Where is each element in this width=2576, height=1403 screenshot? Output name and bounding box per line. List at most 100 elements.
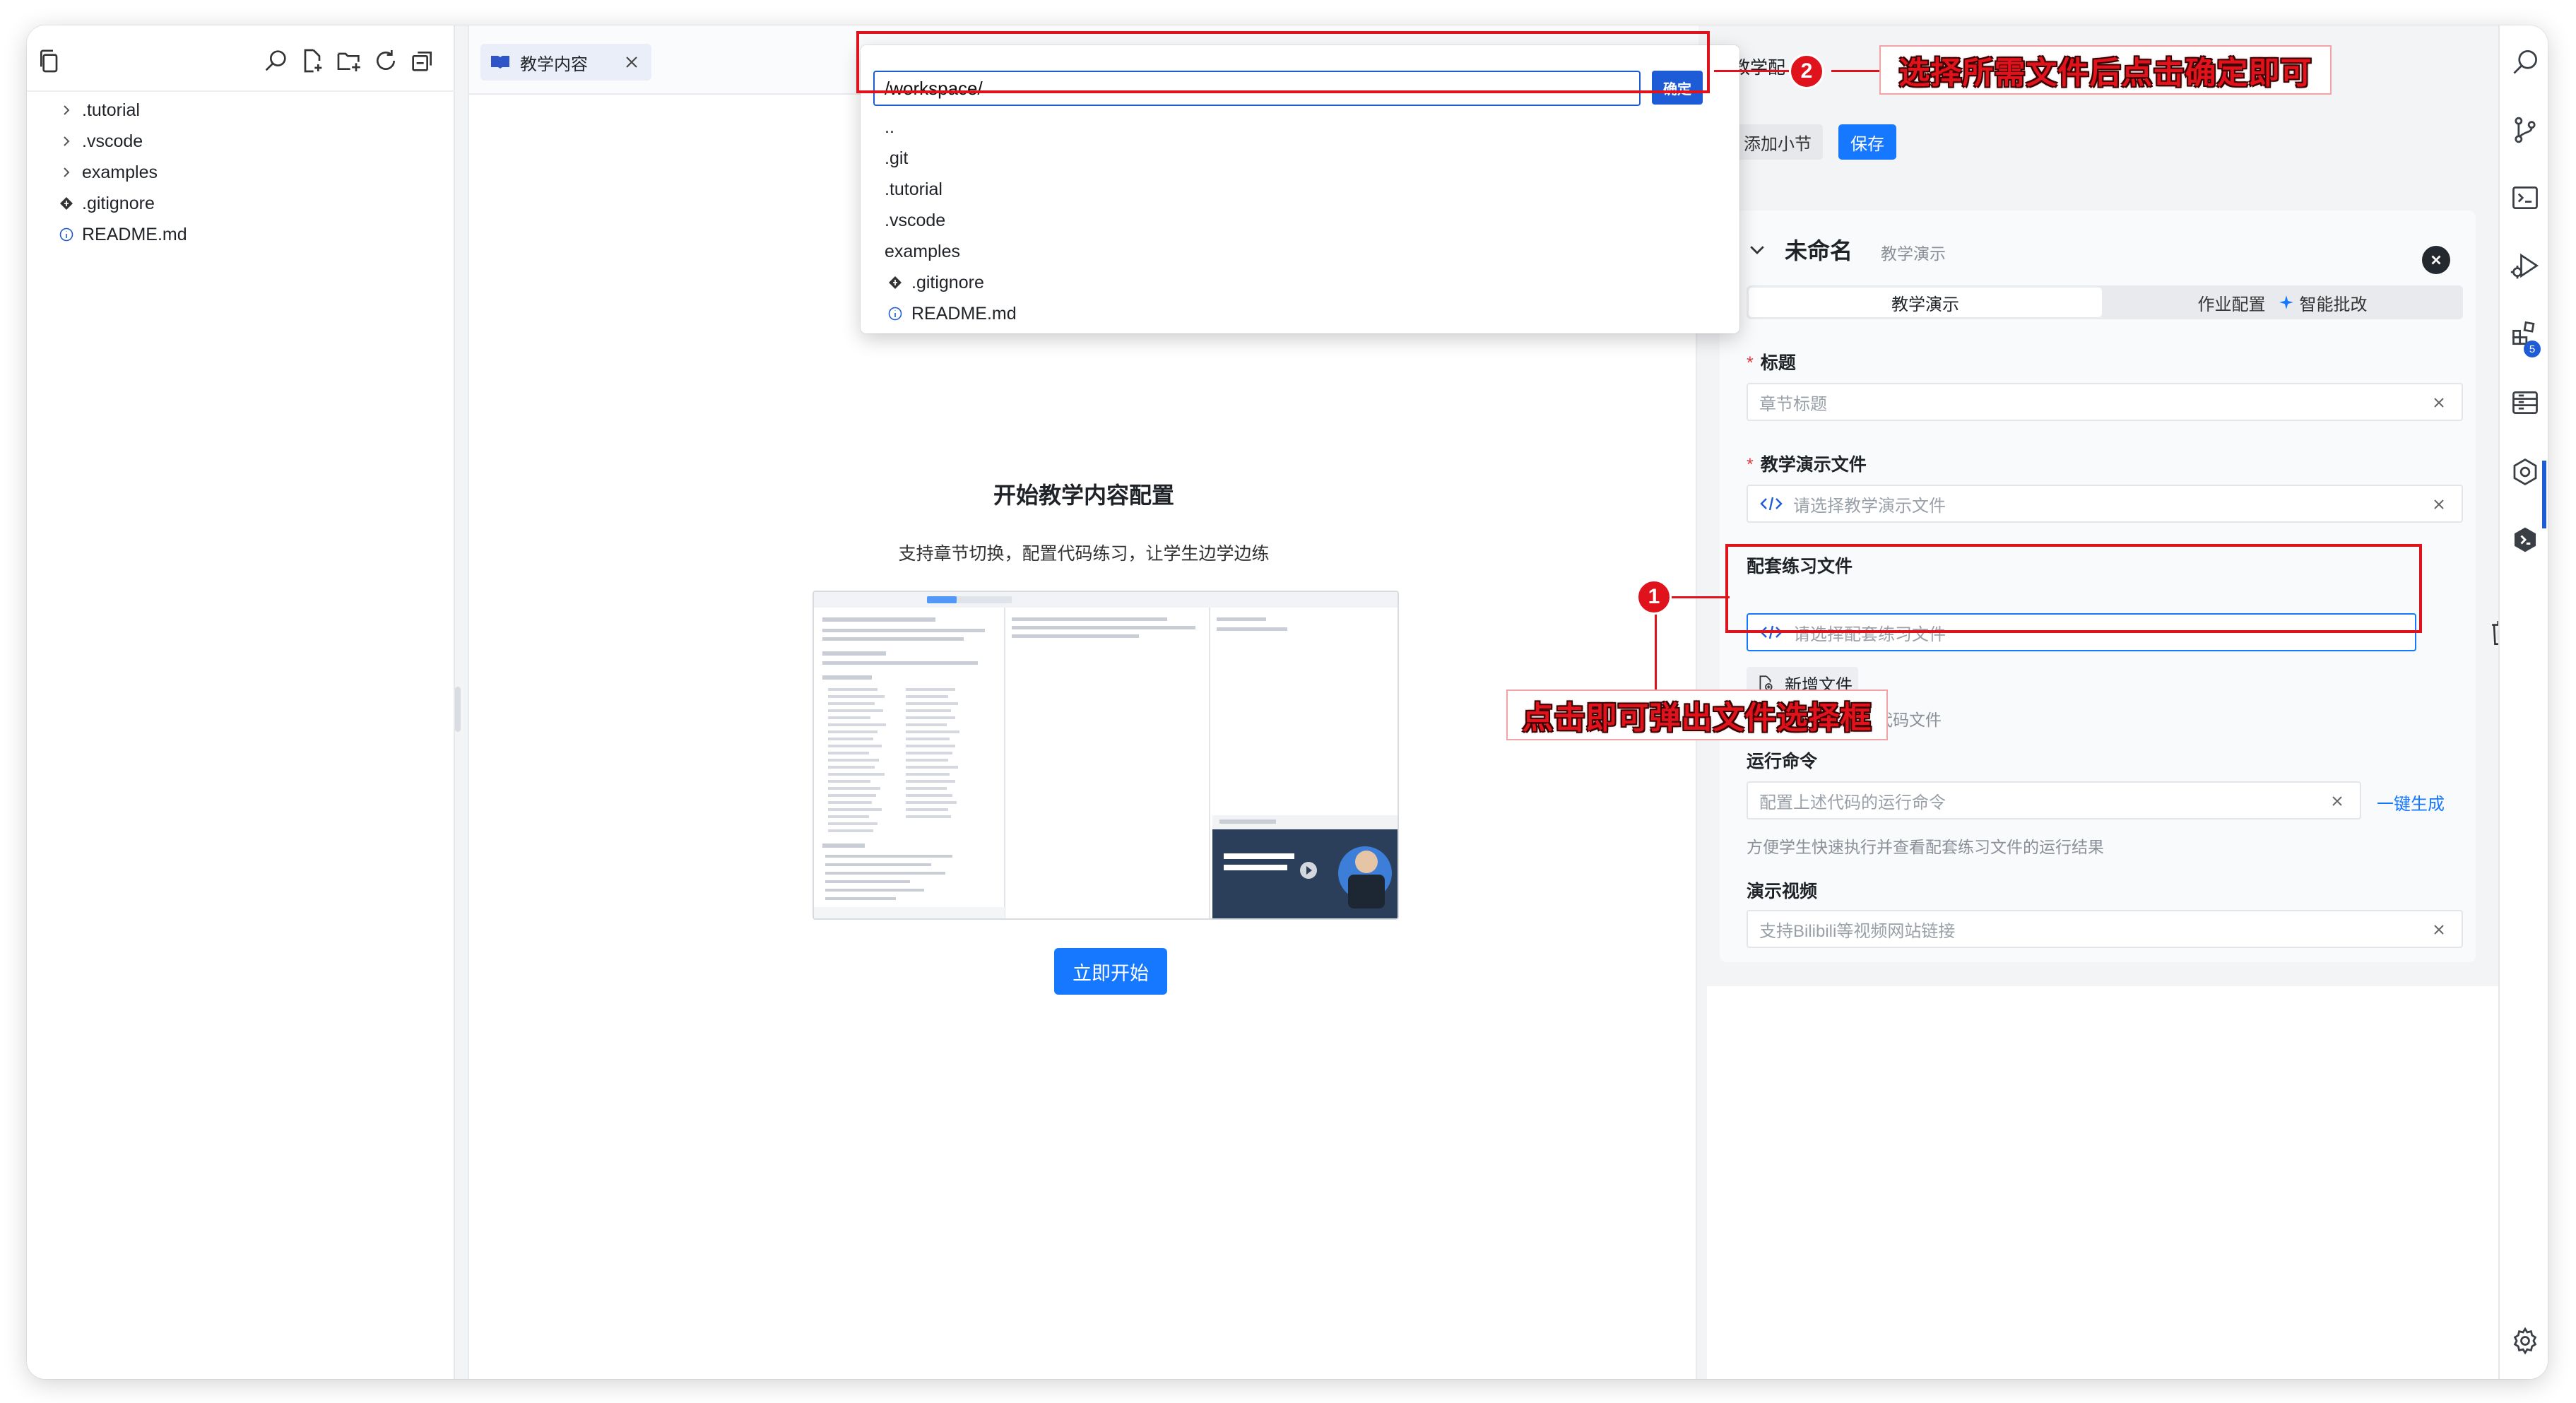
picker-item-parent[interactable]: .. [861,112,1739,143]
path-input[interactable] [873,71,1641,106]
tree-item-label: .tutorial [82,100,140,120]
picker-item-vscode[interactable]: .vscode [861,205,1739,236]
gear-icon[interactable] [2510,1325,2541,1356]
section-header[interactable]: 未命名 教学演示 [1720,211,2476,278]
tree-item-gitignore[interactable]: .gitignore [27,188,455,219]
demo-video-input[interactable]: 支持Bilibili等视频网站链接 [1747,910,2463,948]
annotation-text-2: 选择所需文件后点击确定即可 [1879,45,2332,95]
section-card: 未命名 教学演示 教学演示 作业配置 智能批改 * 标题 章节标题 * 教学演示… [1720,211,2510,962]
exercise-file-placeholder: 请选择配套练习文件 [1793,624,1946,644]
tree-item-label: .vscode [82,131,143,151]
code-icon [1760,497,1783,511]
demo-file-label: * 教学演示文件 [1747,455,1867,475]
book-icon [491,56,509,69]
sparkle-icon [2279,295,2293,309]
close-tab-icon[interactable] [622,52,642,72]
tab-homework-config[interactable]: 作业配置 智能批改 [2104,288,2461,317]
picker-item-readme[interactable]: README.md [861,298,1739,329]
welcome-subtitle: 支持章节切换，配置代码练习，让学生边学边练 [898,544,1270,564]
demo-file-input[interactable]: 请选择教学演示文件 [1747,485,2463,523]
new-folder-icon[interactable] [335,47,363,75]
demo-video-placeholder: 支持Bilibili等视频网站链接 [1759,921,1956,941]
section-name: 未命名 [1785,238,1853,264]
new-file-icon[interactable] [298,47,326,75]
tab-grading-label: 智能批改 [2299,295,2368,314]
clear-icon[interactable] [2329,793,2346,810]
git-diamond-icon [54,194,79,213]
package-icon[interactable] [2510,524,2541,555]
tab-teaching-content[interactable]: 教学内容 [480,44,651,81]
tree-item-label: examples [82,162,158,182]
demo-video-label: 演示视频 [1747,882,1818,901]
annotation-step-1: 1 [1636,579,1672,615]
explorer-header [27,25,455,92]
title-placeholder: 章节标题 [1759,394,1827,414]
annotation-line-1a [1672,596,1730,598]
generate-command-link[interactable]: 一键生成 [2377,790,2445,815]
list-panel-icon[interactable] [2510,387,2541,418]
tree-item-readme[interactable]: README.md [27,219,455,250]
title-input[interactable]: 章节标题 [1747,383,2463,421]
chevron-right-icon [54,100,79,120]
tree-item-tutorial[interactable]: .tutorial [27,95,455,126]
picker-item-tutorial[interactable]: .tutorial [861,174,1739,205]
search-icon[interactable] [261,47,290,75]
tab-homework-label: 作业配置 [2197,295,2266,314]
remove-section-icon[interactable] [2422,246,2450,274]
code-icon [1760,625,1783,639]
files-icon[interactable] [35,47,64,75]
tab-demo[interactable]: 教学演示 [1749,288,2102,317]
tree-item-label: README.md [82,224,187,244]
section-tabs: 教学演示 作业配置 智能批改 [1747,285,2463,319]
file-picker-dropdown: 确定 .. .git .tutorial .vscode examples .g… [861,45,1739,333]
tab-label: 教学内容 [520,54,588,74]
save-button[interactable]: 保存 [1838,124,1896,160]
exercise-file-input[interactable]: 请选择配套练习文件 [1747,613,2416,651]
picker-item-label: .. [885,117,894,137]
annotation-line-2b [1831,70,1882,72]
picker-item-git[interactable]: .git [861,143,1739,174]
clear-icon[interactable] [2430,394,2447,411]
tree-item-examples[interactable]: examples [27,157,455,188]
clear-icon[interactable] [2430,921,2447,938]
run-debug-icon[interactable] [2510,250,2541,281]
teaching-config-icon[interactable] [2510,456,2541,487]
picker-item-examples[interactable]: examples [861,236,1739,267]
tree-item-label: .gitignore [82,193,155,213]
picker-item-label: examples [885,241,960,261]
refresh-icon[interactable] [372,47,400,75]
picker-item-gitignore[interactable]: .gitignore [861,267,1739,298]
confirm-button[interactable]: 确定 [1652,71,1703,105]
active-view-indicator [2542,461,2546,528]
preview-screenshot [813,591,1399,920]
demo-file-placeholder: 请选择教学演示文件 [1793,496,1946,516]
git-diamond-icon [885,273,906,292]
run-command-label: 运行命令 [1747,752,1818,771]
terminal-icon[interactable] [2510,182,2541,213]
collapse-all-icon[interactable] [408,47,437,75]
preview-illustration [814,592,1398,918]
info-icon [885,304,906,323]
run-command-input[interactable]: 配置上述代码的运行命令 [1747,781,2361,819]
picker-item-label: .gitignore [911,272,984,292]
section-type: 教学演示 [1881,244,1946,263]
picker-item-label: .tutorial [885,179,943,199]
annotation-text-1: 点击即可弹出文件选择框 [1506,689,1888,740]
start-now-button[interactable]: 立即开始 [1054,948,1167,995]
chevron-right-icon [54,131,79,151]
file-tree: .tutorial .vscode examples .gitignore RE… [27,95,455,250]
tree-item-vscode[interactable]: .vscode [27,126,455,157]
chevron-down-icon[interactable] [1747,239,1768,260]
welcome-title: 开始教学内容配置 [993,483,1174,508]
add-section-button[interactable]: 添加小节 [1732,124,1823,160]
annotation-step-2: 2 [1789,54,1824,89]
search-icon[interactable] [2510,47,2541,78]
file-explorer: .tutorial .vscode examples .gitignore RE… [27,25,455,1379]
clear-icon[interactable] [2430,496,2447,513]
run-command-placeholder: 配置上述代码的运行命令 [1759,793,1946,812]
panel-resize-handle[interactable] [455,687,461,732]
source-control-icon[interactable] [2510,114,2541,146]
run-command-hint: 方便学生快速执行并查看配套练习文件的运行结果 [1747,838,2104,856]
exercise-file-label: 配套练习文件 [1747,557,1853,576]
info-icon [54,225,79,244]
